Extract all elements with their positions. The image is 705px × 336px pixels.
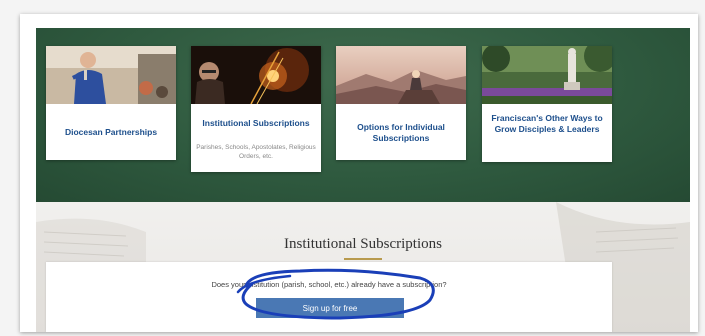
- card-franciscan-other-ways[interactable]: Franciscan's Other Ways to Grow Disciple…: [482, 46, 612, 162]
- screenshot-frame: Diocesan Partnerships Institutional Subs…: [0, 0, 705, 336]
- card-diocesan-partnerships[interactable]: Diocesan Partnerships: [46, 46, 176, 160]
- card-photo-speaker: [46, 46, 176, 104]
- card-photo-mountain: [336, 46, 466, 104]
- card-institutional-subscriptions[interactable]: Institutional Subscriptions Parishes, Sc…: [191, 46, 321, 172]
- title-underline-rule: [344, 258, 382, 260]
- card-title: Diocesan Partnerships: [64, 127, 158, 137]
- card-photo-candle: [191, 46, 321, 104]
- institutional-section: Institutional Subscriptions Does your in…: [36, 202, 690, 332]
- section-title: Institutional Subscriptions: [284, 236, 442, 252]
- card-title: Options for Individual Subscriptions: [357, 122, 445, 143]
- card-title: Institutional Subscriptions: [202, 118, 310, 128]
- subscription-panel: Does your institution (parish, school, e…: [46, 262, 612, 332]
- web-page: Diocesan Partnerships Institutional Subs…: [20, 14, 698, 332]
- card-individual-subscriptions[interactable]: Options for Individual Subscriptions: [336, 46, 466, 160]
- subscription-prompt: Does your institution (parish, school, e…: [211, 280, 447, 289]
- card-title: Franciscan's Other Ways to Grow Disciple…: [491, 113, 603, 134]
- card-subtitle: Parishes, Schools, Apostolates, Religiou…: [196, 144, 316, 160]
- hero-banner: Diocesan Partnerships Institutional Subs…: [36, 28, 690, 202]
- card-photo-statue-garden: [482, 46, 612, 104]
- signup-button[interactable]: Sign up for free: [256, 298, 404, 318]
